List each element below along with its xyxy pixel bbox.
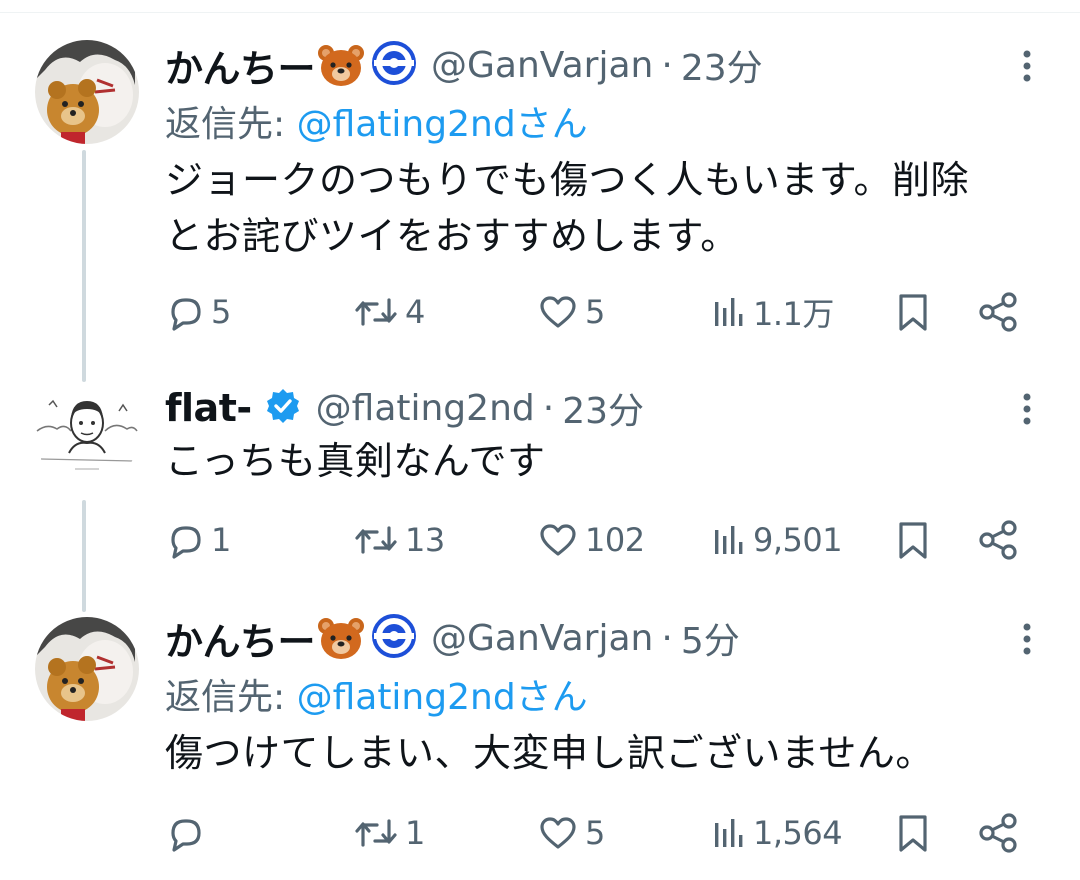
like-count: 5 — [585, 293, 605, 331]
retweet-icon — [355, 526, 397, 554]
bookmark-button[interactable] — [893, 803, 933, 863]
retweet-count: 4 — [405, 293, 425, 331]
like-button[interactable]: 5 — [537, 803, 605, 863]
separator: · — [661, 44, 673, 86]
heart-icon — [540, 296, 576, 328]
bar-chart-icon — [715, 819, 743, 847]
top-divider — [0, 12, 1080, 13]
views-button[interactable]: 9,501 — [711, 510, 843, 570]
share-icon — [979, 813, 1017, 853]
timestamp[interactable]: 23分 — [681, 39, 763, 91]
tweet-text-line: こっちも真剣なんです — [165, 439, 546, 483]
reply-count: 1 — [211, 521, 231, 559]
bookmark-icon — [899, 294, 927, 331]
share-button[interactable] — [977, 282, 1021, 342]
heart-icon — [540, 817, 576, 849]
views-button[interactable]: 1,564 — [711, 803, 843, 863]
reply-label: 返信先: — [165, 677, 297, 718]
retweet-button[interactable]: 13 — [353, 510, 445, 570]
view-count: 9,501 — [753, 521, 843, 559]
tweet-text: こっちも真剣なんです — [165, 433, 1055, 489]
timestamp[interactable]: 5分 — [681, 612, 740, 664]
display-name[interactable]: かんちー — [165, 38, 316, 93]
like-button[interactable]: 102 — [537, 510, 645, 570]
like-button[interactable]: 5 — [537, 282, 605, 342]
tweet-text-line: 傷つけてしまい、大変申し訳ございません。 — [165, 731, 934, 775]
view-count: 1.1万 — [753, 295, 834, 333]
display-name[interactable]: flat- — [165, 386, 252, 430]
retweet-count: 13 — [405, 521, 445, 559]
reply-mention-link[interactable]: @flating2ndさん — [297, 104, 588, 145]
action-bar: 5 4 5 1.1万 — [165, 282, 1045, 342]
tweet-text: ジョークのつもりでも傷つく人もいます。削除 とお詫びツイをおすすめします。 — [165, 152, 1055, 264]
blue-ring-badge — [371, 40, 417, 90]
heart-icon — [540, 524, 576, 556]
separator: · — [661, 617, 673, 659]
bookmark-button[interactable] — [893, 282, 933, 342]
retweet-icon — [355, 819, 397, 847]
tweet-text-line: とお詫びツイをおすすめします。 — [165, 214, 739, 258]
tweet-text-line: ジョークのつもりでも傷つく人もいます。削除 — [165, 158, 969, 202]
bookmark-icon — [899, 522, 927, 559]
avatar[interactable] — [35, 617, 139, 721]
more-vertical-icon[interactable] — [1012, 619, 1042, 659]
retweet-button[interactable]: 1 — [353, 803, 425, 863]
tweet[interactable]: flat- @flating2nd · 23分 こっちも真剣なんです 1 13 … — [0, 383, 1080, 583]
avatar[interactable] — [35, 383, 139, 487]
like-count: 5 — [585, 814, 605, 852]
bookmark-icon — [899, 815, 927, 852]
thread-line — [82, 150, 86, 382]
bear-face-emoji — [317, 43, 365, 87]
views-button[interactable]: 1.1万 — [711, 282, 834, 342]
reply-label: 返信先: — [165, 104, 297, 145]
view-count: 1,564 — [753, 814, 843, 852]
bar-chart-icon — [715, 526, 743, 554]
retweet-count: 1 — [405, 814, 425, 852]
more-vertical-icon[interactable] — [1012, 46, 1042, 86]
tweet-text: 傷つけてしまい、大変申し訳ございません。 — [165, 725, 1055, 781]
speech-bubble-icon — [171, 298, 201, 331]
share-button[interactable] — [977, 803, 1021, 863]
reply-button[interactable]: 1 — [165, 510, 231, 570]
speech-bubble-icon — [171, 526, 201, 559]
retweet-button[interactable]: 4 — [353, 282, 425, 342]
bar-chart-icon — [715, 298, 743, 326]
reply-to-line: 返信先: @flating2ndさん — [165, 95, 588, 147]
handle[interactable]: @GanVarjan — [431, 618, 653, 659]
handle[interactable]: @GanVarjan — [431, 45, 653, 86]
speech-bubble-icon — [171, 819, 201, 852]
blue-ring-badge — [371, 613, 417, 663]
reply-mention-link[interactable]: @flating2ndさん — [297, 677, 588, 718]
tweet[interactable]: かんちー @GanVarjan · 5分 返信先: @flating2ndさん … — [0, 613, 1080, 873]
display-name[interactable]: かんちー — [165, 611, 316, 666]
verified-badge-icon — [264, 387, 302, 429]
retweet-icon — [355, 298, 397, 326]
share-icon — [979, 292, 1017, 332]
reply-button[interactable] — [165, 803, 211, 863]
reply-count: 5 — [211, 293, 231, 331]
tweet-header: かんちー @GanVarjan · 5分 — [165, 611, 740, 666]
separator: · — [542, 387, 555, 429]
reply-button[interactable]: 5 — [165, 282, 231, 342]
tweet-header: かんちー @GanVarjan · 23分 — [165, 38, 763, 93]
thread-line — [82, 500, 86, 612]
handle[interactable]: @flating2nd — [316, 388, 535, 429]
timestamp[interactable]: 23分 — [562, 382, 644, 434]
action-bar: 1 13 102 9,501 — [165, 510, 1045, 570]
action-bar: 1 5 1,564 — [165, 803, 1045, 863]
tweet-header: flat- @flating2nd · 23分 — [165, 383, 644, 433]
share-button[interactable] — [977, 510, 1021, 570]
bear-face-emoji — [317, 616, 365, 660]
avatar[interactable] — [35, 40, 139, 144]
share-icon — [979, 520, 1017, 560]
reply-to-line: 返信先: @flating2ndさん — [165, 668, 588, 720]
bookmark-button[interactable] — [893, 510, 933, 570]
more-vertical-icon[interactable] — [1012, 389, 1042, 429]
tweet[interactable]: かんちー @GanVarjan · 23分 返信先: @flating2ndさん… — [0, 38, 1080, 382]
like-count: 102 — [585, 521, 645, 559]
